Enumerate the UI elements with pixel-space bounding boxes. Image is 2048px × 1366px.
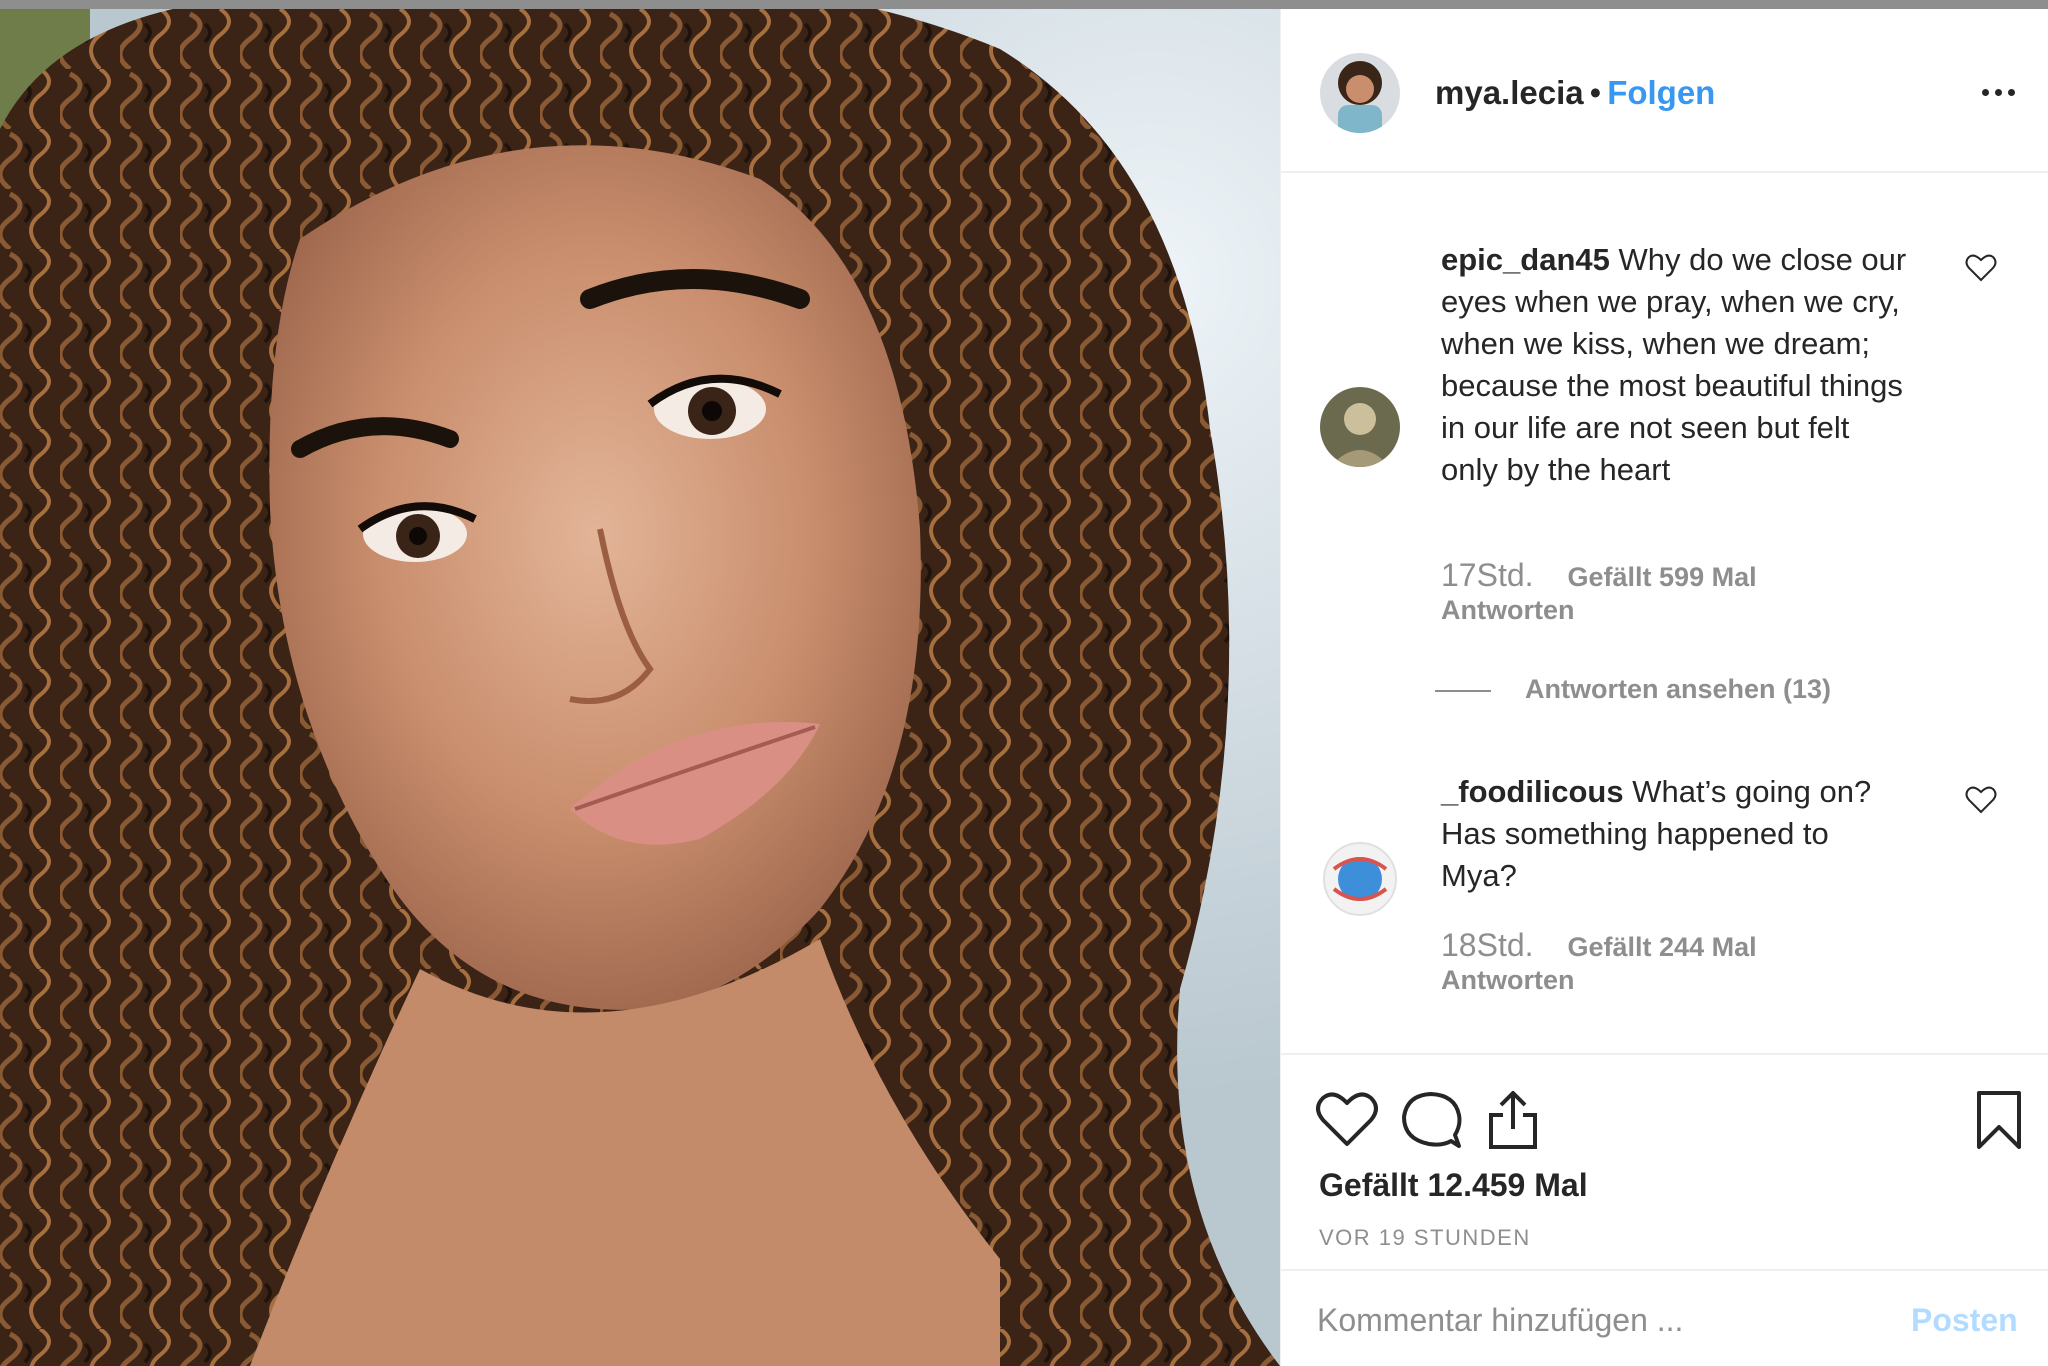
replies-divider-line [1435, 689, 1491, 692]
comment-username[interactable]: epic_dan45 [1441, 242, 1610, 277]
comment-bubble-icon[interactable] [1399, 1089, 1463, 1151]
commenter-avatar[interactable] [1320, 839, 1400, 919]
share-icon[interactable] [1481, 1089, 1545, 1151]
post-timestamp: VOR 19 STUNDEN [1319, 1225, 1531, 1250]
commenter-avatar[interactable] [1320, 387, 1400, 467]
comment-time: 18Std. [1441, 927, 1534, 963]
reply-button[interactable]: Antworten [1441, 965, 1911, 995]
author-avatar[interactable] [1320, 53, 1400, 133]
separator-dot: • [1589, 74, 1602, 111]
comment-likes[interactable]: Gefällt 599 Mal [1568, 562, 1757, 592]
bookmark-icon[interactable] [1967, 1089, 2031, 1151]
comment-body: epic_dan45 Why do we close our eyes when… [1441, 239, 1911, 491]
comment-meta: 17Std. Gefällt 599 Mal Antworten [1441, 555, 1911, 625]
post-actions: Gefällt 12.459 Mal VOR 19 STUNDEN [1281, 1053, 2048, 1250]
post-comment-button[interactable]: Posten [1911, 1295, 2018, 1345]
view-replies-button[interactable]: Antworten ansehen (13) [1435, 669, 1831, 709]
comment-like-heart-icon[interactable] [1965, 785, 1997, 815]
author-username[interactable]: mya.lecia [1435, 74, 1584, 111]
follow-button[interactable]: Folgen [1607, 74, 1715, 111]
comment-likes[interactable]: Gefällt 244 Mal [1568, 932, 1757, 962]
comment-username[interactable]: _foodilicous [1441, 774, 1624, 809]
add-comment-bar: Posten [1281, 1269, 2048, 1366]
heart-icon[interactable] [1315, 1089, 1379, 1151]
more-options-icon[interactable] [1979, 83, 2019, 103]
reply-button[interactable]: Antworten [1441, 595, 1911, 625]
comment-meta: 18Std. Gefällt 244 Mal Antworten [1441, 925, 1911, 995]
comment-input[interactable] [1317, 1295, 1877, 1345]
author-line: mya.lecia • Folgen [1435, 73, 1715, 113]
browser-top-strip [0, 0, 2048, 9]
post-sidebar: mya.lecia • Folgen epic_dan45 Why do we cl… [1280, 9, 2048, 1366]
comment-time: 17Std. [1441, 557, 1534, 593]
likes-count[interactable]: Gefällt 12.459 Mal [1319, 1167, 1588, 1204]
instagram-post-view: mya.lecia • Folgen epic_dan45 Why do we cl… [0, 0, 2048, 1366]
comment-body: _foodilicous What’s going on? Has someth… [1441, 771, 1911, 897]
post-header: mya.lecia • Folgen [1281, 9, 2048, 173]
comment-like-heart-icon[interactable] [1965, 253, 1997, 283]
view-replies-label: Antworten ansehen (13) [1525, 674, 1832, 704]
comment-text: Why do we close our eyes when we pray, w… [1441, 242, 1907, 487]
post-photo[interactable] [0, 9, 1280, 1366]
